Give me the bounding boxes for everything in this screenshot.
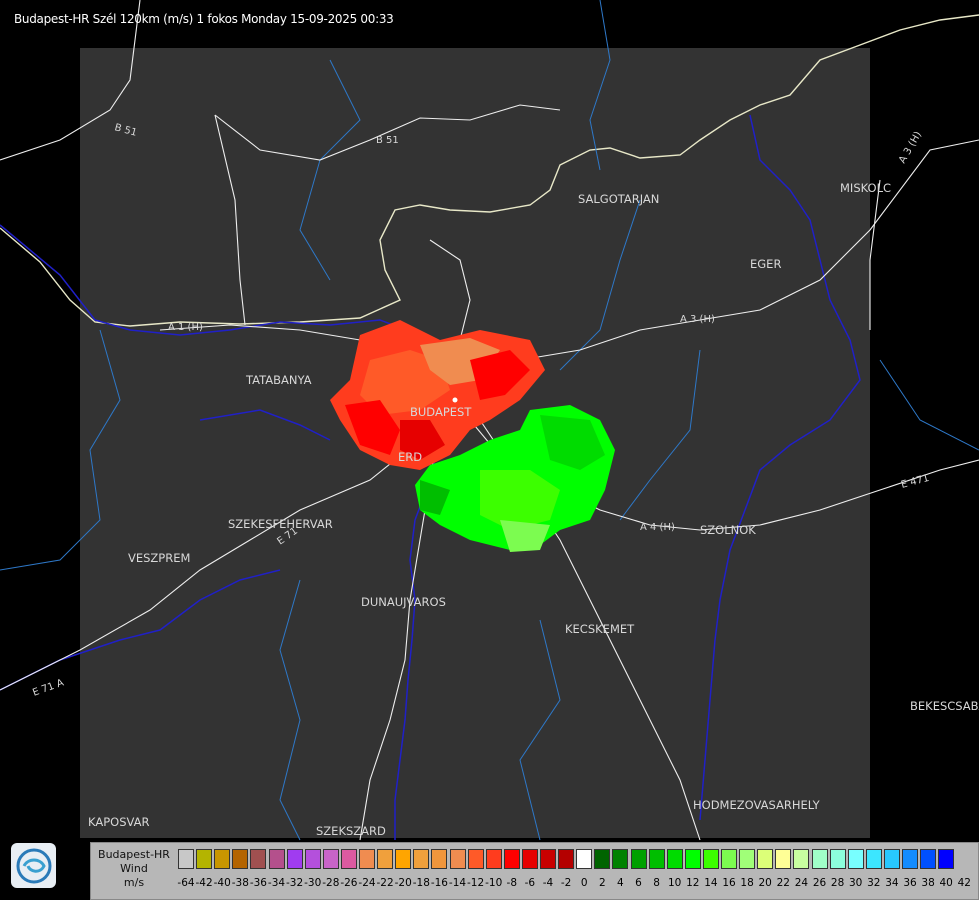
city-label-szolnok: SZOLNOK (700, 523, 756, 537)
legend-swatch (865, 849, 882, 869)
legend-swatch (485, 849, 502, 869)
legend-swatch (503, 849, 520, 869)
legend-swatch (630, 849, 647, 869)
road-label-e471: E 471 (900, 473, 930, 491)
city-label-veszprem: VESZPREM (128, 551, 190, 565)
legend-swatch (847, 849, 864, 869)
city-label-budapest: BUDAPEST (410, 405, 472, 419)
legend-unit: m/s (123, 876, 145, 889)
legend-swatch (431, 849, 448, 869)
city-label-hodmezovasarhely: HODMEZOVASARHELY (693, 798, 821, 812)
road-label-e71-sw: E 71 A (31, 677, 65, 698)
legend-swatch (739, 849, 756, 869)
legend-swatch (449, 849, 466, 869)
legend-title: Budapest-HR Wind m/s (91, 848, 177, 890)
legend-label: 42 (957, 877, 971, 889)
color-legend: Budapest-HR Wind m/s -64 -42 -40 -38 -36 -34-… (90, 842, 979, 900)
road-label-a3: A 3 (H) (680, 314, 715, 325)
city-label-tatabanya: TATABANYA (245, 373, 312, 387)
city-label-bekescsaba: BEKESCSABA (910, 699, 979, 713)
legend-swatch (304, 849, 321, 869)
legend-swatch (395, 849, 412, 869)
legend-swatch (576, 849, 593, 869)
legend-swatch (612, 849, 629, 869)
legend-swatch (938, 849, 955, 869)
legend-swatch (377, 849, 394, 869)
legend-swatch (757, 849, 774, 869)
legend-swatch (467, 849, 484, 869)
road-label-a3-ne: A 3 (H) (897, 130, 924, 166)
city-label-szekesfehervar: SZEKESFEHERVAR (228, 517, 333, 531)
radar-range-area (80, 48, 870, 838)
map-title: Budapest-HR Szél 120km (m/s) 1 fokos Mon… (14, 12, 394, 26)
legend-quantity: Wind (120, 862, 148, 875)
city-label-eger: EGER (750, 257, 781, 271)
legend-swatch (920, 849, 937, 869)
legend-swatch (359, 849, 375, 869)
legend-swatch (902, 849, 918, 869)
city-label-kecskemet: KECSKEMET (565, 622, 635, 636)
legend-swatch (196, 849, 213, 869)
legend-swatch (684, 849, 701, 869)
legend-swatch (250, 849, 267, 869)
legend-swatch (286, 849, 303, 869)
legend-swatch (413, 849, 430, 869)
city-label-kaposvar: KAPOSVAR (88, 815, 149, 829)
legend-swatch (883, 849, 900, 869)
radar-map: SALGOTARJAN MISKOLC EGER TATABANYA BUDAP… (0, 0, 979, 841)
legend-swatch (648, 849, 665, 869)
legend-swatch (214, 849, 231, 869)
legend-swatch (811, 849, 828, 869)
city-label-dunaujvaros: DUNAUJVAROS (361, 595, 446, 609)
legend-swatch (268, 849, 285, 869)
legend-swatch (340, 849, 357, 869)
weather-service-logo-icon (11, 843, 56, 888)
legend-swatch (594, 849, 611, 869)
road-label-b51: B 51 (376, 135, 399, 146)
legend-swatch (178, 849, 194, 869)
legend-radar-name: Budapest-HR (98, 848, 170, 861)
legend-swatch (721, 849, 737, 869)
city-label-szekszard: SZEKSZARD (316, 824, 386, 838)
legend-swatch (322, 849, 339, 869)
road-label-a1: A 1 (H) (168, 322, 203, 333)
city-label-salgotarjan: SALGOTARJAN (578, 192, 659, 206)
legend-swatch (666, 849, 683, 869)
legend-swatch (558, 849, 575, 869)
legend-swatch (829, 849, 846, 869)
road-label-a4: A 4 (H) (640, 522, 675, 533)
legend-swatch (232, 849, 249, 869)
legend-swatch (702, 849, 719, 869)
legend-swatch (793, 849, 810, 869)
legend-swatch (775, 849, 792, 869)
legend-swatch (540, 849, 556, 869)
city-label-erd: ERD (398, 450, 422, 464)
radar-site-marker (452, 397, 458, 403)
city-label-miskolc: MISKOLC (840, 181, 891, 195)
legend-swatch (521, 849, 538, 869)
